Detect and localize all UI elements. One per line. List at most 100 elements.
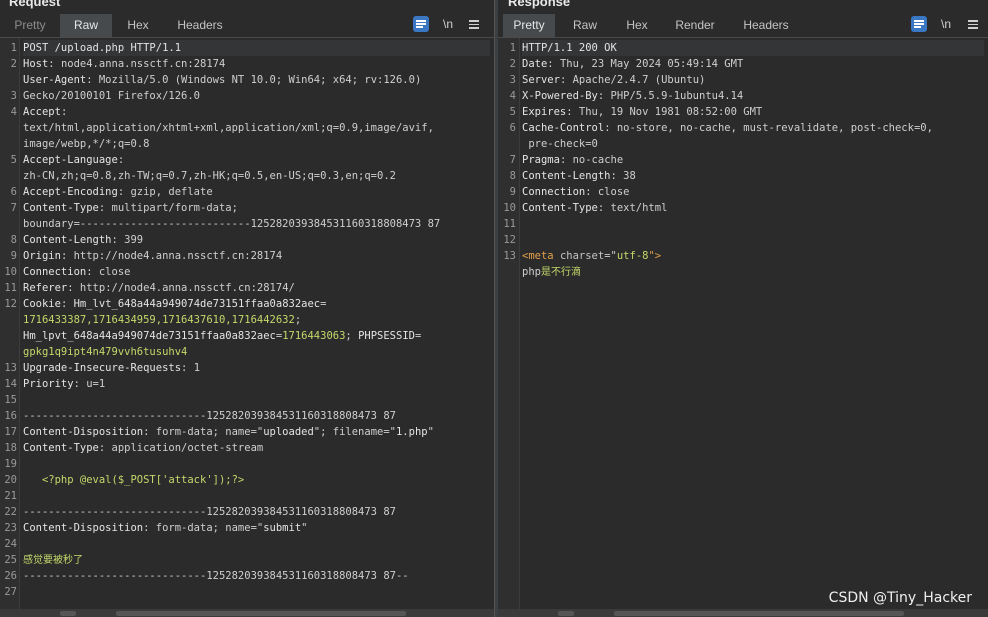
code-token: 感觉要被秒了 xyxy=(23,555,83,566)
code-token: : text/html xyxy=(597,202,668,214)
line-number: 11 xyxy=(4,282,17,294)
code-token: submit xyxy=(263,522,302,534)
code-line: -----------------------------12528203938… xyxy=(23,408,490,424)
line-number: 17 xyxy=(4,426,17,438)
scroll-track-thumb[interactable] xyxy=(116,611,406,616)
code-token: Priority xyxy=(23,378,74,390)
code-token: : 38 xyxy=(610,170,636,182)
hamburger-menu-icon[interactable] xyxy=(965,16,981,32)
response-tab-pretty[interactable]: Pretty xyxy=(503,14,555,37)
code-token: User-Agent xyxy=(23,74,87,86)
code-token: : Thu, 23 May 2024 05:49:14 GMT xyxy=(547,58,744,70)
code-token: = xyxy=(414,330,422,342)
line-number: 4 xyxy=(10,106,17,118)
request-tab-headers[interactable]: Headers xyxy=(166,14,234,37)
code-token: Content-Type xyxy=(23,202,99,214)
code-token: Server xyxy=(522,74,560,86)
code-line: POST /upload.php HTTP/1.1 xyxy=(23,40,490,56)
code-token: Accept-Language xyxy=(23,154,118,166)
code-line: HTTP/1.1 200 OK xyxy=(522,40,984,56)
response-horizontal-scrollbar[interactable] xyxy=(498,609,988,617)
code-token: Content-Disposition xyxy=(23,426,144,438)
code-line: Accept-Language: xyxy=(23,152,490,168)
line-number: 14 xyxy=(4,378,17,390)
code-token: : 1 xyxy=(181,362,201,374)
scroll-thumb[interactable] xyxy=(60,611,76,616)
code-token: "; filename=" xyxy=(313,426,396,438)
code-token: Content-Length xyxy=(522,170,611,182)
code-token: -----------------------------12528203938… xyxy=(23,570,409,582)
response-tab-hex[interactable]: Hex xyxy=(615,14,659,37)
request-pane: Request Pretty Raw Hex Headers \n 123456… xyxy=(0,0,494,617)
code-token: zh-CN,zh;q=0.8,zh-TW;q=0.7,zh-HK;q=0.5,e… xyxy=(23,170,396,182)
word-wrap-icon[interactable] xyxy=(911,16,927,32)
request-tab-raw[interactable]: Raw xyxy=(60,14,112,37)
request-title: Request xyxy=(9,0,61,9)
code-token: pre-check=0 xyxy=(522,138,598,150)
code-line: <meta charset="utf-8"> xyxy=(522,248,984,264)
line-number xyxy=(0,168,17,184)
code-line: Connection: close xyxy=(522,184,984,200)
code-token: POST /upload.php HTTP/1.1 xyxy=(23,42,182,54)
code-token: HTTP/1.1 200 OK xyxy=(522,42,617,54)
code-token: text/html,application/xhtml+xml,applicat… xyxy=(23,122,434,134)
request-tab-hex[interactable]: Hex xyxy=(116,14,160,37)
code-token: 是不行滴 xyxy=(540,267,581,278)
code-line: Connection: close xyxy=(23,264,490,280)
code-token: 1716433387,1716434959,1716437610,1716442… xyxy=(23,314,295,326)
line-number: 7 xyxy=(509,154,516,166)
request-line-gutter: 1 2 3 4 5 6 7 8 9 10 11 12 13 14 15 16 17 18 19 20 21 22 23 24 2… xyxy=(0,38,20,609)
request-tabbar: Pretty Raw Hex Headers \n xyxy=(0,13,494,38)
request-tab-pretty[interactable]: Pretty xyxy=(4,14,56,37)
code-line: User-Agent: Mozilla/5.0 (Windows NT 10.0… xyxy=(23,72,490,88)
line-number: 19 xyxy=(4,458,17,470)
request-editor[interactable]: POST /upload.php HTTP/1.1 Host: node4.ann… xyxy=(23,40,490,600)
code-token: : Mozilla/5.0 (Windows NT 10.0; Win64; x… xyxy=(86,74,422,86)
code-token: : form-data; name=" xyxy=(143,426,264,438)
show-newlines-icon[interactable]: \n xyxy=(938,16,954,32)
code-line: Referer: http://node4.anna.nssctf.cn:281… xyxy=(23,280,490,296)
code-line: Content-Disposition: form-data; name="up… xyxy=(23,424,490,440)
code-line: boundary=---------------------------1252… xyxy=(23,216,490,232)
code-token: : node4.anna.nssctf.cn:28174 xyxy=(48,58,226,70)
code-token: Connection xyxy=(23,266,87,278)
code-token: Hm_lpvt_648a44a949074de73151ffaa0a832aec xyxy=(23,330,276,342)
code-token: : no-store, no-cache, must-revalidate, p… xyxy=(604,122,933,134)
response-tab-raw[interactable]: Raw xyxy=(561,14,609,37)
code-line: Origin: http://node4.anna.nssctf.cn:2817… xyxy=(23,248,490,264)
code-token: Expires xyxy=(522,106,567,118)
line-number: 2 xyxy=(509,58,516,70)
code-line: zh-CN,zh;q=0.8,zh-TW;q=0.7,zh-HK;q=0.5,e… xyxy=(23,168,490,184)
line-number: 9 xyxy=(10,250,17,262)
code-token: : xyxy=(60,106,68,118)
code-line: image/webp,*/*;q=0.8 xyxy=(23,136,490,152)
code-line: 感觉要被秒了 xyxy=(23,552,490,568)
request-horizontal-scrollbar[interactable] xyxy=(0,609,494,617)
code-line: Content-Length: 38 xyxy=(522,168,984,184)
code-token: : no-cache xyxy=(559,154,624,166)
scroll-track-thumb[interactable] xyxy=(614,611,904,616)
line-number: 13 xyxy=(4,362,17,374)
code-token: Cookie xyxy=(23,298,61,310)
code-token: Connection xyxy=(522,186,586,198)
show-newlines-icon[interactable]: \n xyxy=(440,16,456,32)
response-tab-render[interactable]: Render xyxy=(667,14,723,37)
code-line: 1716433387,1716434959,1716437610,1716442… xyxy=(23,312,490,328)
code-line: X-Powered-By: PHP/5.5.9-1ubuntu4.14 xyxy=(522,88,984,104)
line-number: 11 xyxy=(503,218,516,230)
line-number xyxy=(0,136,17,152)
code-token: Content-Length xyxy=(23,234,112,246)
word-wrap-icon[interactable] xyxy=(413,16,429,32)
response-tab-headers[interactable]: Headers xyxy=(733,14,799,37)
code-line: Content-Disposition: form-data; name="su… xyxy=(23,520,490,536)
line-number: 16 xyxy=(4,410,17,422)
scroll-thumb[interactable] xyxy=(558,611,574,616)
line-number: 3 xyxy=(10,90,17,102)
code-line: Upgrade-Insecure-Requests: 1 xyxy=(23,360,490,376)
hamburger-menu-icon[interactable] xyxy=(466,16,482,32)
response-editor[interactable]: HTTP/1.1 200 OK Date: Thu, 23 May 2024 05… xyxy=(522,40,984,280)
